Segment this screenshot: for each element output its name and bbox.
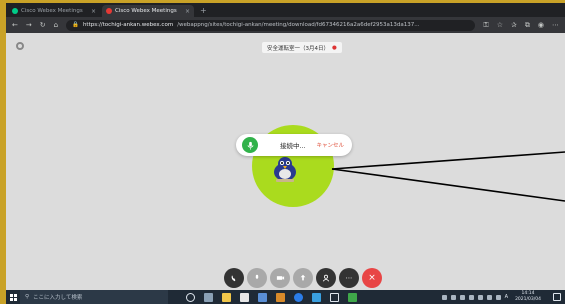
cancel-button[interactable]: キャンセル: [316, 141, 344, 149]
profile-icon[interactable]: ◉: [538, 21, 544, 30]
volume-icon[interactable]: [495, 294, 501, 300]
connecting-status-text: 接続中...: [280, 142, 306, 150]
settings-icon[interactable]: [330, 292, 339, 302]
network-icon[interactable]: [486, 294, 492, 300]
edge-browser-icon[interactable]: [294, 292, 303, 302]
browser-nav-bar: ← → ↻ ⌂ 🔒 https://tochigi-ankan.webex.co…: [6, 17, 565, 33]
app-icon[interactable]: [312, 292, 321, 302]
home-icon[interactable]: ⌂: [54, 21, 58, 29]
browser-toolbar-icons: ⚿ ☆ ✰ ⧉ ◉ ⋯: [483, 21, 559, 30]
taskbar-clock[interactable]: 14:14 2021/03/04: [515, 291, 541, 303]
tray-icon[interactable]: [459, 294, 465, 300]
tray-icon[interactable]: [441, 294, 447, 300]
audio-button[interactable]: [224, 268, 244, 288]
webex-favicon-icon: [12, 8, 18, 14]
tab-close-icon[interactable]: ×: [185, 8, 190, 15]
tab-label: Cisco Webex Meetings: [21, 8, 83, 14]
search-placeholder: ここに入力して検索: [33, 295, 83, 301]
taskbar-search-box[interactable]: ⚲ ここに入力して検索: [20, 290, 168, 304]
task-view-icon[interactable]: [204, 292, 213, 302]
forward-arrow-icon[interactable]: →: [26, 21, 32, 29]
windows-taskbar: ⚲ ここに入力して検索 A 14:14 2021/03/04: [6, 290, 565, 304]
back-arrow-icon[interactable]: ←: [12, 21, 18, 29]
windows-logo-icon: [9, 293, 17, 301]
address-bar[interactable]: 🔒 https://tochigi-ankan.webex.com/webapp…: [66, 19, 476, 31]
ime-indicator[interactable]: A: [505, 294, 508, 300]
share-button[interactable]: [293, 268, 313, 288]
desktop-screen: Cisco Webex Meetings × Cisco Webex Meeti…: [6, 3, 565, 304]
more-menu-icon[interactable]: ⋯: [552, 21, 559, 30]
excel-icon[interactable]: [348, 292, 357, 302]
file-explorer-icon[interactable]: [222, 292, 231, 302]
start-button[interactable]: [6, 290, 20, 304]
connecting-dialog: 接続中... キャンセル: [236, 134, 352, 156]
favorites-icon[interactable]: ✰: [511, 21, 517, 30]
recording-indicator-icon: ●: [332, 44, 337, 51]
tab-webex-active[interactable]: Cisco Webex Meetings ×: [102, 5, 194, 17]
mail-icon[interactable]: [258, 292, 267, 302]
lock-icon: 🔒: [72, 22, 79, 28]
clock-date: 2021/03/04: [515, 297, 541, 302]
meeting-title: 安全運転室一（3月4日）: [267, 45, 329, 52]
reload-icon[interactable]: ↻: [40, 21, 46, 29]
search-icon: ⚲: [25, 294, 30, 300]
cortana-icon[interactable]: [186, 292, 195, 302]
notification-center-icon[interactable]: [553, 293, 561, 301]
mute-button[interactable]: [247, 268, 267, 288]
video-button[interactable]: [270, 268, 290, 288]
key-icon[interactable]: ⚿: [483, 21, 488, 30]
taskbar-pinned-apps: [186, 292, 357, 302]
bird-mascot-icon: [274, 157, 296, 182]
url-path: /webappng/sites/tochigi-ankan/meeting/do…: [177, 22, 420, 28]
tab-label: Cisco Webex Meetings: [115, 8, 177, 14]
browser-tab-bar: Cisco Webex Meetings × Cisco Webex Meeti…: [6, 3, 565, 17]
tray-icon[interactable]: [468, 294, 474, 300]
tab-webex-inactive[interactable]: Cisco Webex Meetings ×: [8, 5, 100, 17]
tab-close-icon[interactable]: ×: [91, 8, 96, 15]
system-tray: A 14:14 2021/03/04: [441, 291, 565, 303]
more-options-button[interactable]: ⋯: [339, 268, 359, 288]
leave-meeting-button[interactable]: ×: [362, 268, 382, 288]
recording-favicon-icon: [106, 8, 112, 14]
participants-button[interactable]: [316, 268, 336, 288]
favorite-star-icon[interactable]: ☆: [497, 21, 503, 30]
tray-icon[interactable]: [450, 294, 456, 300]
audio-connect-icon: [242, 137, 258, 153]
office-icon[interactable]: [276, 292, 285, 302]
url-host: https://tochigi-ankan.webex.com: [82, 22, 174, 28]
collections-icon[interactable]: ⧉: [525, 21, 530, 30]
webex-meeting-page: 安全運転室一（3月4日） ● 接続中... キャンセル ⋯ ×: [6, 33, 565, 290]
tray-icon[interactable]: [477, 294, 483, 300]
new-tab-button[interactable]: +: [196, 5, 211, 17]
meeting-control-bar: ⋯ ×: [224, 268, 382, 288]
settings-gear-icon[interactable]: [16, 42, 24, 50]
meeting-title-badge: 安全運転室一（3月4日） ●: [262, 42, 342, 53]
store-icon[interactable]: [240, 292, 249, 302]
